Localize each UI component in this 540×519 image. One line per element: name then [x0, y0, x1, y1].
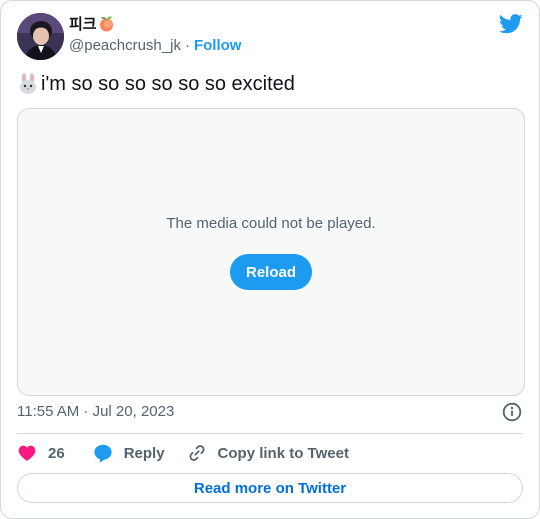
avatar[interactable] [17, 13, 64, 60]
follow-link[interactable]: Follow [194, 37, 242, 54]
like-count: 26 [48, 444, 65, 462]
reply-label: Reply [123, 444, 165, 462]
display-name[interactable]: 피크 [69, 15, 115, 37]
read-more-button[interactable]: Read more on Twitter [17, 473, 523, 503]
peach-icon [98, 15, 115, 37]
tweet-text-content: i'm so so so so so so excited [41, 73, 295, 95]
separator-dot: · [184, 37, 190, 54]
reply-button[interactable]: Reply [93, 443, 165, 463]
avatar-image [17, 13, 64, 60]
display-name-text: 피크 [69, 16, 97, 33]
timestamp[interactable]: 11:55 AM · Jul 20, 2023 [17, 403, 174, 421]
rabbit-face-icon [20, 73, 36, 94]
info-icon[interactable] [502, 402, 522, 422]
twitter-bird-icon[interactable] [499, 14, 523, 34]
copy-link-label: Copy link to Tweet [217, 444, 349, 462]
reload-button[interactable]: Reload [230, 254, 312, 290]
action-bar: 26 Reply Copy link to Tweet [17, 442, 349, 464]
media-error-message: The media could not be played. [166, 215, 376, 232]
tweet-text: i'm so so so so so so excited [17, 72, 295, 96]
media-container: The media could not be played. Reload [17, 108, 525, 396]
tweet-card: 피크 @peachcrush_jk · Follow i'm so so so so… [0, 0, 540, 519]
handle-row: @peachcrush_jk · Follow [69, 37, 241, 55]
reply-bubble-icon [94, 444, 112, 463]
like-button[interactable]: 26 [17, 443, 65, 463]
link-icon [189, 445, 205, 461]
handle[interactable]: @peachcrush_jk [69, 37, 181, 54]
heart-icon [18, 445, 36, 461]
copy-link-button[interactable]: Copy link to Tweet [187, 443, 349, 463]
divider [17, 433, 523, 434]
